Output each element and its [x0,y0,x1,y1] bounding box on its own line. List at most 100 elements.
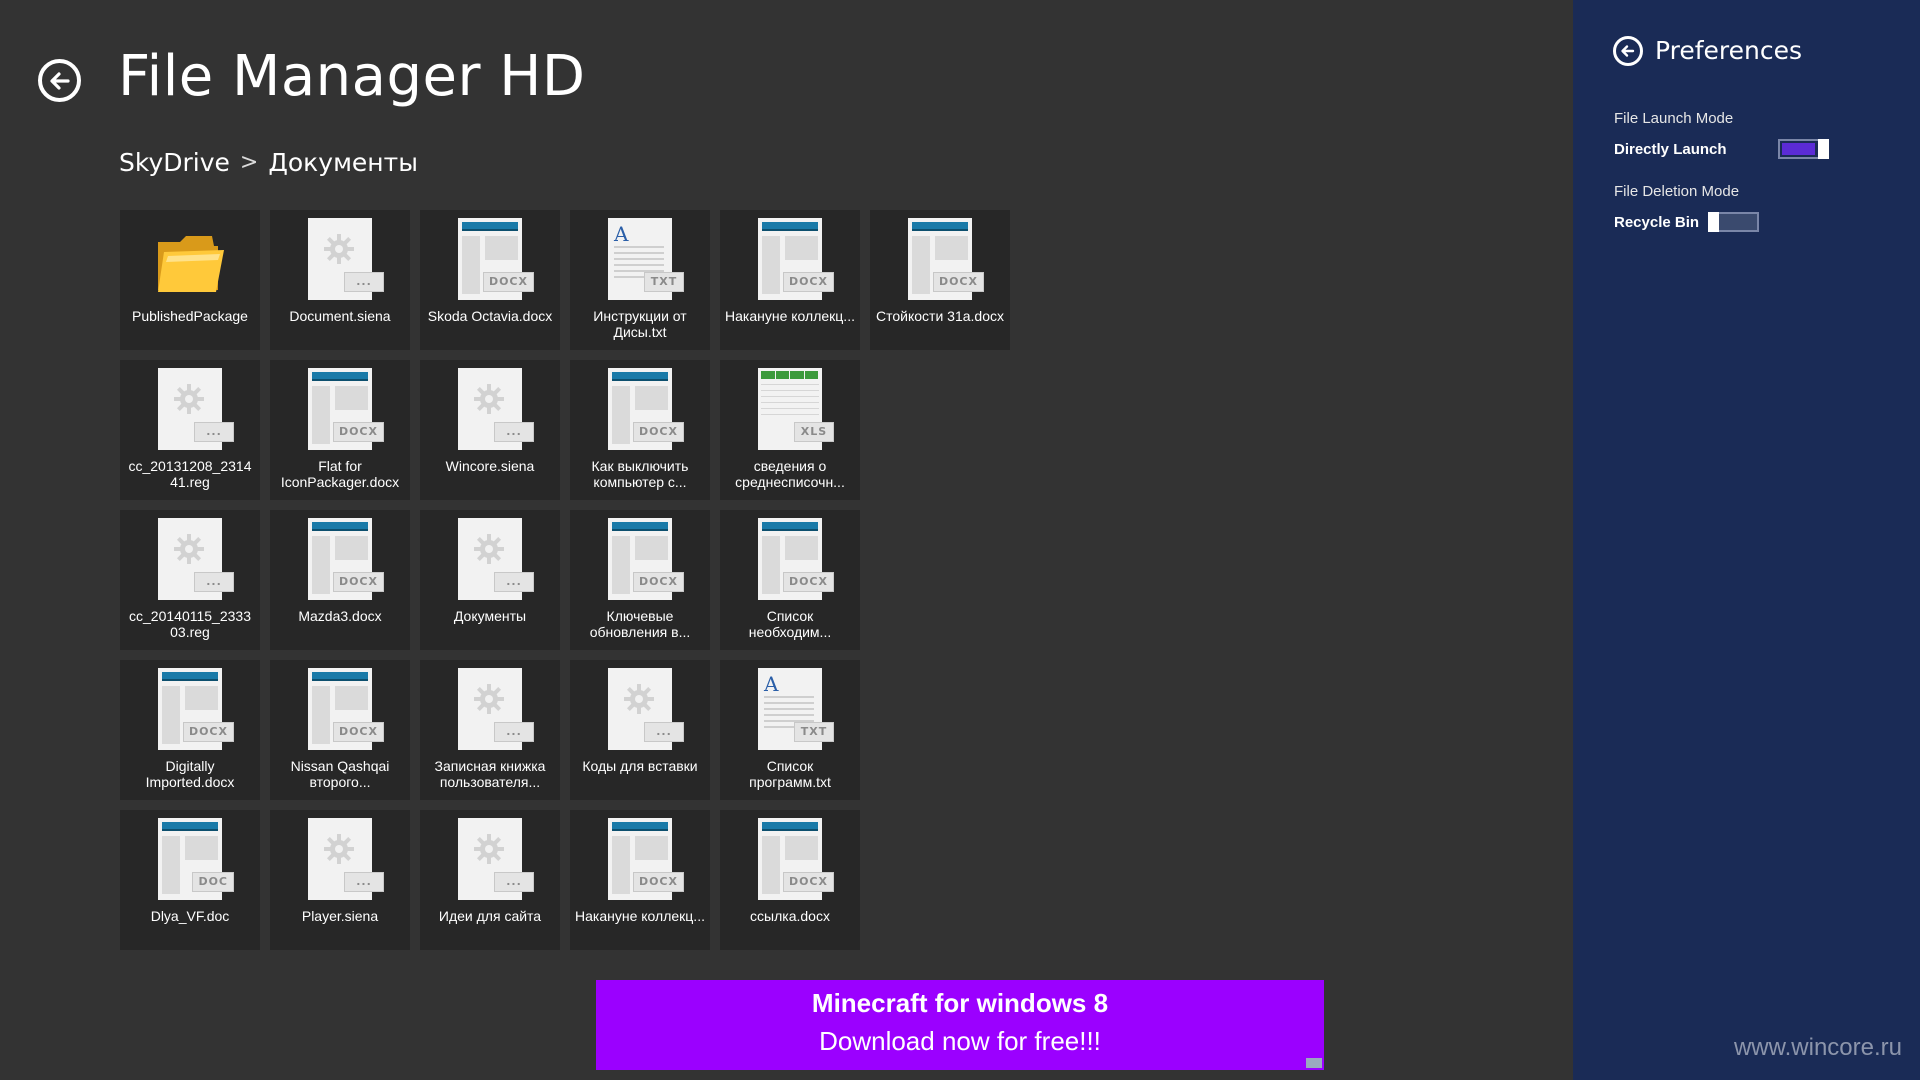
arrow-left-icon [49,71,70,90]
file-manager-main: File Manager HD SkyDrive > Документы Pub… [0,0,1573,1080]
doc-block [785,536,818,560]
file-tile[interactable]: DOCX Ключевые обновления в... [570,510,710,650]
spreadsheet-icon: XLS [758,368,834,450]
file-type-badge: DOCX [332,572,384,592]
file-tile[interactable]: ... Коды для вставки [570,660,710,800]
generic-file-icon: ... [158,518,234,600]
file-tile[interactable]: ... Wincore.siena [420,360,560,500]
word-document-icon: DOC [158,818,234,900]
file-tile[interactable]: DOCX Flat for IconPackager.docx [270,360,410,500]
word-document-icon: DOCX [308,368,384,450]
file-type-badge: DOCX [932,272,984,292]
launch-mode-toggle[interactable] [1778,139,1829,159]
file-type-badge: ... [644,722,684,742]
doc-block [335,386,368,410]
doc-block [635,836,668,860]
deletion-mode-toggle[interactable] [1708,212,1759,232]
file-icon-wrap: DOCX [570,518,710,602]
file-tile[interactable]: XLS сведения о среднесписочн... [720,360,860,500]
app-title: File Manager HD [118,44,586,109]
doc-header-bar [312,522,368,531]
breadcrumb-separator: > [239,150,259,175]
doc-block [612,386,630,444]
file-tile[interactable]: DOCX Digitally Imported.docx [120,660,260,800]
generic-file-icon: ... [458,668,534,750]
file-name-label: Список необходим... [748,608,832,640]
generic-file-icon: ... [458,818,534,900]
word-document-icon: DOCX [608,818,684,900]
doc-block [162,836,180,894]
file-name-label: Mazda3.docx [298,608,382,624]
doc-block [162,686,180,744]
generic-file-icon: ... [458,518,534,600]
doc-header-bar [912,222,968,231]
adchoices-icon[interactable] [1306,1058,1322,1068]
file-tile[interactable]: DOCX ссылка.docx [720,810,860,950]
doc-block [612,836,630,894]
file-name-label: ссылка.docx [750,908,830,924]
doc-block [462,236,480,294]
file-tile[interactable]: ... Player.siena [270,810,410,950]
back-button[interactable] [38,59,81,102]
gear-icon [474,834,504,864]
file-icon-wrap [120,218,260,302]
doc-block [762,236,780,294]
file-name-label: Накануне коллекц... [575,908,705,924]
deletion-mode-label: File Deletion Mode [1614,183,1740,200]
launch-mode-value: Directly Launch [1614,141,1727,158]
file-type-badge: XLS [794,422,834,442]
doc-block [612,536,630,594]
file-tile[interactable]: DOCX Накануне коллекц... [570,810,710,950]
file-tile[interactable]: DOCX Накануне коллекц... [720,210,860,350]
file-tile[interactable]: DOCX Список необходим... [720,510,860,650]
file-type-badge: ... [494,422,534,442]
file-tile[interactable]: DOCX Nissan Qashqai второго... [270,660,410,800]
file-name-label: Wincore.siena [445,458,535,474]
file-tile[interactable]: DOCX Как выключить компьютер с... [570,360,710,500]
file-type-badge: ... [344,272,384,292]
file-name-label: Как выключить компьютер с... [591,458,689,490]
preferences-back-button[interactable] [1613,36,1643,66]
file-type-badge: DOCX [632,422,684,442]
file-type-badge: DOCX [632,872,684,892]
gear-icon [624,684,654,714]
word-document-icon: DOCX [158,668,234,750]
gear-icon [174,384,204,414]
file-tile[interactable]: A TXT Список программ.txt [720,660,860,800]
doc-header-bar [312,672,368,681]
file-type-badge: DOCX [782,872,834,892]
file-tile[interactable]: DOC Dlya_VF.doc [120,810,260,950]
file-tile[interactable]: ... Идеи для сайта [420,810,560,950]
doc-header-bar [312,372,368,381]
file-tile[interactable]: DOCX Skoda Octavia.docx [420,210,560,350]
file-icon-wrap: DOCX [420,218,560,302]
folder-icon [158,236,224,292]
doc-block [185,836,218,860]
file-tile[interactable]: PublishedPackage [120,210,260,350]
file-tile[interactable]: A TXT Инструкции от Дисы.txt [570,210,710,350]
file-name-label: Список программ.txt [749,758,831,790]
file-icon-wrap: XLS [720,368,860,452]
file-tile[interactable]: ... Документы [420,510,560,650]
spreadsheet-grid [761,371,819,427]
doc-block [635,536,668,560]
word-document-icon: DOCX [908,218,984,300]
file-icon-wrap: ... [420,818,560,902]
file-icon-wrap: DOCX [270,368,410,452]
file-tile[interactable]: ... Записная книжка пользователя... [420,660,560,800]
doc-block [335,536,368,560]
file-tile[interactable]: ... Document.siena [270,210,410,350]
launch-mode-label: File Launch Mode [1614,110,1734,127]
file-name-label: Digitally Imported.docx [145,758,235,790]
file-tile[interactable]: ... cc_20131208_2314 41.reg [120,360,260,500]
file-name-label: PublishedPackage [132,308,248,324]
file-type-badge: DOCX [332,422,384,442]
file-tile[interactable]: DOCX Стойкости 31a.docx [870,210,1010,350]
file-name-label: Идеи для сайта [438,908,542,924]
breadcrumb-root[interactable]: SkyDrive [119,148,230,177]
toggle-fill [1782,143,1815,155]
empty-grid-slot [870,360,1010,500]
file-tile[interactable]: DOCX Mazda3.docx [270,510,410,650]
ad-banner[interactable]: Minecraft for windows 8 Download now for… [596,980,1324,1070]
file-tile[interactable]: ... cc_20140115_2333 03.reg [120,510,260,650]
